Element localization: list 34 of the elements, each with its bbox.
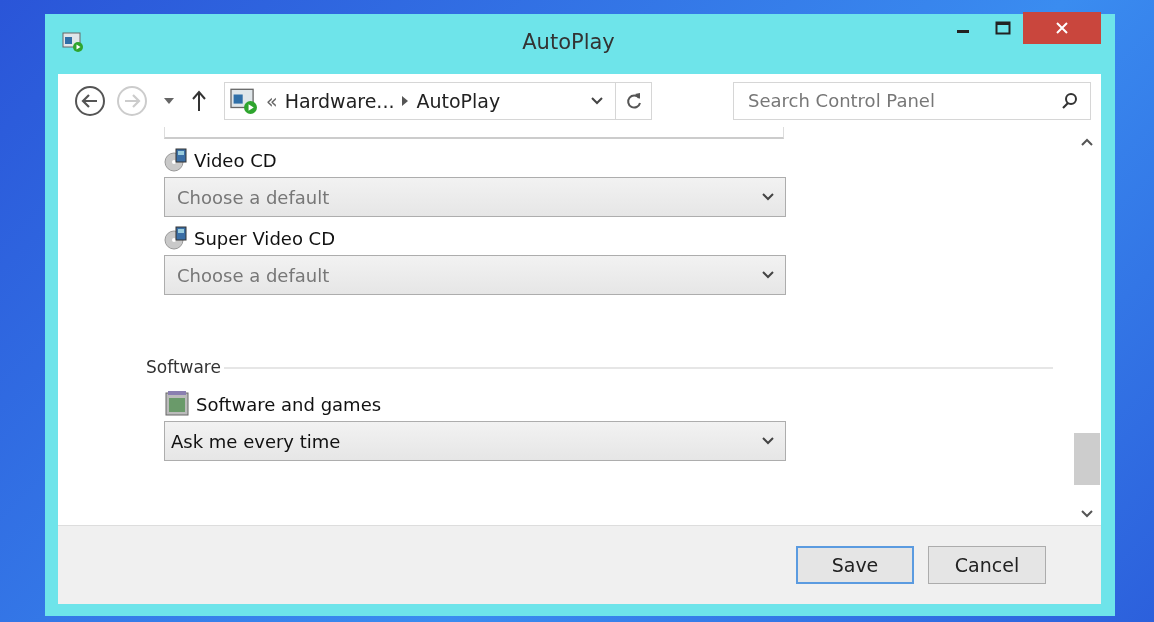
scroll-up-icon[interactable] bbox=[1080, 137, 1094, 147]
window-title: AutoPlay bbox=[521, 30, 616, 54]
cancel-button[interactable]: Cancel bbox=[928, 546, 1046, 584]
breadcrumb-item[interactable]: AutoPlay bbox=[416, 89, 501, 112]
breadcrumb-overflow[interactable]: « bbox=[266, 89, 278, 112]
chevron-down-icon bbox=[761, 270, 775, 280]
control-panel-icon bbox=[229, 87, 259, 114]
close-icon bbox=[1055, 21, 1069, 35]
disc-film-icon bbox=[164, 226, 188, 250]
chevron-down-icon bbox=[761, 192, 775, 202]
search-icon bbox=[1061, 91, 1079, 110]
breadcrumb-item[interactable]: Hardware... bbox=[284, 89, 395, 112]
default-action-dropdown[interactable]: Choose a default bbox=[164, 177, 786, 217]
software-box-icon bbox=[164, 391, 190, 417]
chevron-down-icon[interactable] bbox=[590, 95, 604, 106]
control-panel-icon bbox=[62, 32, 84, 52]
media-type-label: Super Video CD bbox=[194, 227, 336, 249]
search-field[interactable]: Search Control Panel bbox=[733, 81, 1091, 120]
address-bar[interactable]: « Hardware... AutoPlay bbox=[224, 81, 652, 120]
default-action-dropdown[interactable]: Choose a default bbox=[164, 255, 786, 295]
save-button[interactable]: Save bbox=[796, 546, 914, 584]
media-type-label: Software and games bbox=[196, 393, 382, 415]
scrollbar-thumb[interactable] bbox=[1074, 433, 1100, 485]
disc-film-icon bbox=[164, 148, 188, 172]
refresh-icon bbox=[624, 90, 643, 111]
media-type-label: Video CD bbox=[194, 149, 277, 171]
section-heading: Software bbox=[146, 357, 221, 377]
close-button[interactable] bbox=[1023, 12, 1101, 44]
default-action-dropdown[interactable]: Ask me every time bbox=[164, 421, 786, 461]
separator-icon bbox=[401, 95, 410, 106]
minimize-icon bbox=[957, 29, 969, 33]
chevron-down-icon bbox=[761, 436, 775, 446]
scroll-down-icon[interactable] bbox=[1080, 509, 1094, 519]
maximize-icon bbox=[995, 21, 1011, 35]
